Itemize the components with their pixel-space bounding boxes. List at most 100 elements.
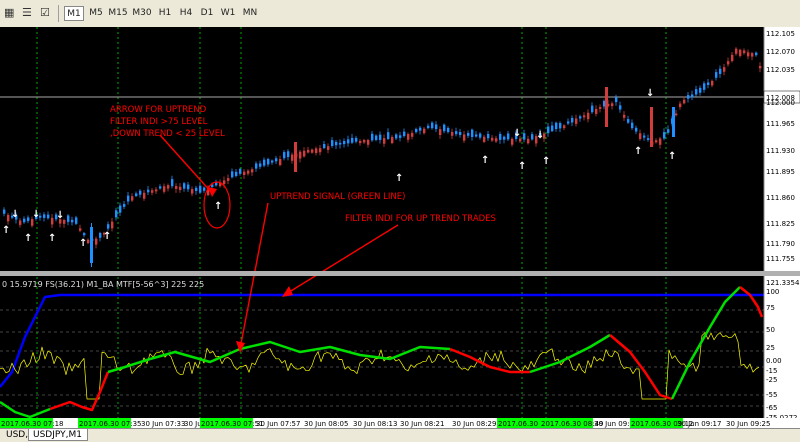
- candle-body: [3, 209, 6, 214]
- candle-body: [727, 61, 730, 65]
- annotation-arrow-line2: FILTER INDI >75 LEVEL: [110, 117, 208, 127]
- candle-body: [67, 215, 70, 222]
- terminal-icon[interactable]: ☰: [22, 7, 32, 19]
- price-axis-label: 112.070: [766, 48, 795, 56]
- candle-body: [259, 163, 262, 167]
- candle-body: [503, 136, 506, 140]
- candle-body: [571, 117, 574, 123]
- up-arrow-icon: ↑: [668, 151, 676, 162]
- candle-body: [183, 183, 186, 189]
- timeframe-m15-button[interactable]: M15: [107, 6, 129, 21]
- candle-body: [223, 180, 226, 185]
- time-axis-label: 30 Jun 08:13: [353, 420, 397, 428]
- tab-usd-m1[interactable]: USD,M1: [2, 429, 42, 441]
- pane-splitter[interactable]: [0, 271, 800, 276]
- candle-body: [287, 151, 290, 158]
- indicator-axis-label: 75: [766, 304, 775, 312]
- candle-body: [695, 89, 698, 95]
- timeframe-mn-button[interactable]: MN: [239, 6, 261, 21]
- tab-usdjpy-m1[interactable]: USDJPY,M1: [28, 429, 88, 441]
- timeframe-d1-button[interactable]: D1: [197, 6, 217, 21]
- candle-body: [635, 127, 638, 132]
- candle-body: [159, 186, 162, 189]
- timeframe-m1-button[interactable]: M1: [64, 6, 84, 21]
- candle-body: [251, 169, 254, 173]
- candle-body: [47, 214, 50, 219]
- candle-body: [483, 136, 486, 142]
- up-arrow-icon: ↑: [48, 233, 56, 244]
- candle-body: [179, 186, 182, 191]
- indicator-axis-label: 25: [766, 344, 775, 352]
- candle-body: [167, 185, 170, 189]
- timeframe-h4-button[interactable]: H4: [176, 6, 196, 21]
- candle-body: [339, 142, 342, 145]
- price-axis-label: 111.895: [766, 168, 795, 176]
- candle-body: [375, 135, 378, 140]
- candle-body: [247, 170, 250, 174]
- candle-body: [631, 122, 634, 129]
- indicator-axis-label: 121.3354: [766, 279, 800, 287]
- candle-body: [587, 112, 590, 120]
- time-axis-label: 30 Jun 08:05: [304, 420, 348, 428]
- candle-body: [559, 123, 562, 129]
- price-axis-label: 111.965: [766, 120, 795, 128]
- candle-body: [691, 94, 694, 98]
- candle-body: [619, 105, 622, 110]
- candle-body: [615, 97, 618, 103]
- timeframe-w1-button[interactable]: W1: [218, 6, 238, 21]
- candle-body: [719, 68, 722, 74]
- candle-body: [71, 219, 74, 223]
- candle-body: [343, 141, 346, 145]
- candle-body: [127, 195, 130, 202]
- candle-body: [171, 179, 174, 187]
- candle-body: [147, 189, 150, 193]
- candle-body: [443, 124, 446, 132]
- down-arrow-icon: ↓: [56, 210, 64, 221]
- candle-body: [683, 99, 686, 104]
- annotation-arrow-line1: ARROW FOR UPTREND: [110, 105, 207, 115]
- candle-body: [659, 138, 662, 145]
- candle-body: [315, 148, 318, 153]
- up-arrow-icon: ↑: [481, 155, 489, 166]
- up-arrow-icon: ↑: [542, 156, 550, 167]
- candle-body: [699, 87, 702, 93]
- candle-body: [650, 107, 653, 147]
- timeframe-h1-button[interactable]: H1: [155, 6, 175, 21]
- candle-body: [335, 141, 338, 146]
- candle-body: [439, 129, 442, 135]
- price-axis-label: 112.000: [766, 99, 795, 107]
- time-axis-label: 30 Jun 09:0: [594, 420, 634, 428]
- time-axis-label: 30 Jun 07:57: [256, 420, 300, 428]
- candle-body: [235, 171, 238, 176]
- indicator-axis-label: -25: [766, 376, 777, 384]
- chart-properties-icon[interactable]: ▦: [4, 7, 14, 19]
- timeframe-m5-button[interactable]: M5: [86, 6, 106, 21]
- time-axis-label: 30 Jun 08:29: [452, 420, 496, 428]
- candle-body: [319, 148, 322, 153]
- candle-body: [743, 50, 746, 54]
- candle-body: [151, 190, 154, 193]
- candle-body: [187, 184, 190, 190]
- candle-body: [255, 163, 258, 169]
- chart-area[interactable]: ↑↑ ↑ ↑↑↑↑↑↑ ↑↑ ↑↓ ↓ ↓↓ ↓↓ 112.105112.070112.035…: [0, 27, 800, 441]
- candle-body: [431, 122, 434, 129]
- up-arrow-icon: ↑: [634, 146, 642, 157]
- candle-body: [387, 132, 390, 140]
- candle-body: [363, 140, 366, 143]
- down-arrow-icon: ↓: [646, 88, 654, 99]
- candle-body: [451, 131, 454, 136]
- timeframe-m30-button[interactable]: M30: [130, 6, 154, 21]
- up-arrow-icon: ↑: [395, 173, 403, 184]
- candle-body: [547, 126, 550, 134]
- annotation-arrow-line3: ,DOWN TREND < 25 LEVEL: [110, 129, 225, 139]
- checkbox-icon[interactable]: ☑: [40, 7, 50, 19]
- down-arrow-icon: ↓: [536, 130, 544, 141]
- down-arrow-icon: ↓: [32, 209, 40, 220]
- down-arrow-icon: ↓: [513, 128, 521, 139]
- candle-body: [551, 125, 554, 132]
- candle-body: [411, 132, 414, 137]
- toolbar: ▦ ☰ ☑ M1 M5 M15 M30 H1 H4 D1 W1 MN: [0, 0, 800, 28]
- candle-body: [459, 131, 462, 136]
- candle-body: [531, 134, 534, 140]
- candle-body: [711, 80, 714, 86]
